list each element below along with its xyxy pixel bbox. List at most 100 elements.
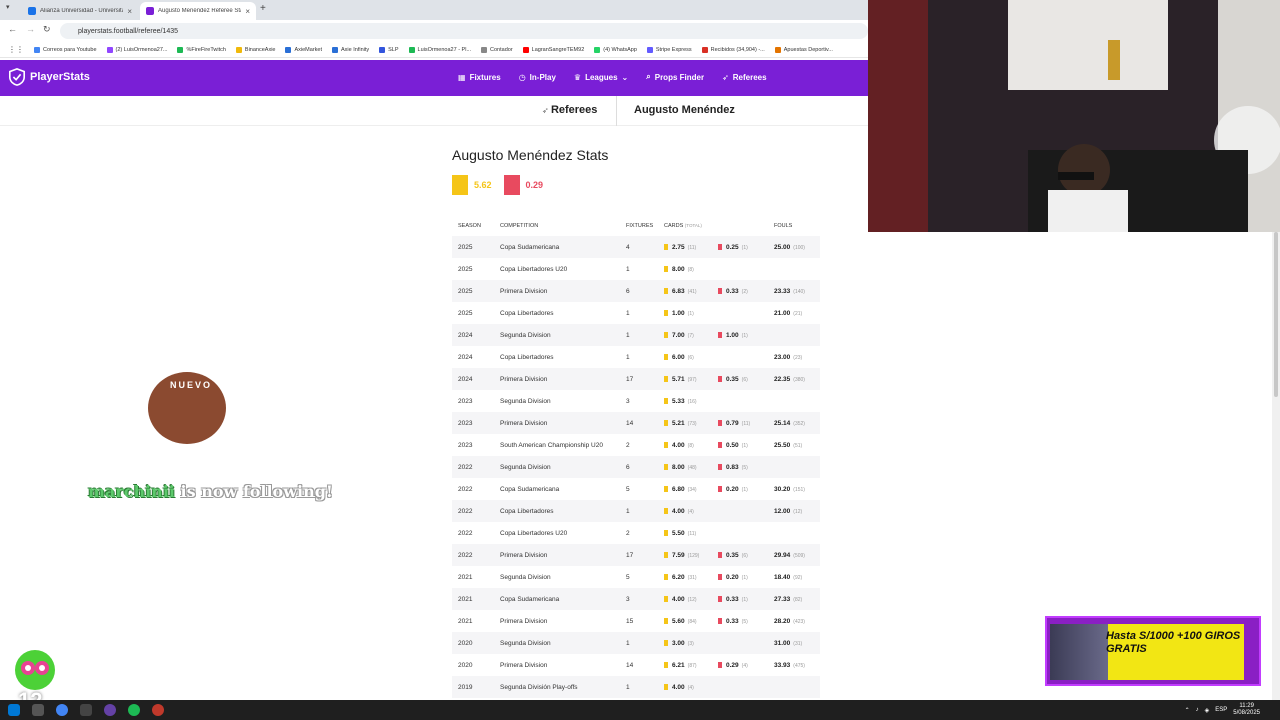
table-row[interactable]: 2021 Copa Sudamericana 3 4.00 (12) 0.33 (1) 27.… <box>452 588 820 610</box>
back-icon[interactable]: ← <box>8 24 17 34</box>
spotify-icon[interactable] <box>128 704 140 716</box>
table-row[interactable]: 2022 Copa Libertadores 1 4.00 (4) 12.00 (12) <box>452 500 820 522</box>
obs-icon[interactable] <box>104 704 116 716</box>
red-cards-cell: 0.79 (11) <box>712 412 768 434</box>
menu-referees[interactable]: ➶ Referees <box>722 72 767 82</box>
table-row[interactable]: 2024 Copa Libertadores 1 6.00 (6) 23.00 (23) <box>452 346 820 368</box>
header-cards[interactable]: CARDS (TOTAL) <box>658 216 768 236</box>
header-fouls[interactable]: FOULS <box>768 216 820 236</box>
menu-props-finder[interactable]: ⌕ Props Finder <box>646 72 704 82</box>
site-logo[interactable]: PlayerStats <box>8 68 90 86</box>
fouls-cell <box>768 522 820 544</box>
table-row[interactable]: 2021 Primera Division 15 5.60 (84) 0.33 (5) 28.… <box>452 610 820 632</box>
table-row[interactable]: 2020 Segunda Division 1 3.00 (3) 31.00 (31) <box>452 632 820 654</box>
table-row[interactable]: 2022 Copa Libertadores U20 2 5.50 (11) <box>452 522 820 544</box>
explorer-icon[interactable] <box>80 704 92 716</box>
competition-cell[interactable]: Copa Libertadores U20 <box>494 522 620 544</box>
competition-cell[interactable]: Copa Sudamericana <box>494 588 620 610</box>
new-tab-icon[interactable]: + <box>260 3 266 14</box>
close-tab-icon[interactable]: × <box>245 7 250 16</box>
competition-cell[interactable]: Copa Sudamericana <box>494 236 620 258</box>
competition-cell[interactable]: Segunda Division <box>494 324 620 346</box>
breadcrumb-referees[interactable]: ➶ Referees <box>542 104 597 116</box>
language-indicator[interactable]: ESP <box>1215 707 1227 713</box>
bookmark-item[interactable]: (4) WhatsApp <box>594 46 637 53</box>
search-icon[interactable] <box>32 704 44 716</box>
browser-tab-active[interactable]: Augusto Menéndez Referee Stats × <box>140 2 256 20</box>
app-icon[interactable] <box>152 704 164 716</box>
competition-cell[interactable]: Segunda Division <box>494 566 620 588</box>
competition-cell[interactable]: Copa Libertadores U20 <box>494 258 620 280</box>
competition-cell[interactable]: Copa Libertadores <box>494 500 620 522</box>
competition-cell[interactable]: Primera Division <box>494 280 620 302</box>
competition-cell[interactable]: Copa Libertadores <box>494 346 620 368</box>
competition-cell[interactable]: Primera Division <box>494 610 620 632</box>
bookmark-item[interactable]: LagranSangreTEM92 <box>522 46 584 53</box>
competition-cell[interactable]: Copa Sudamericana <box>494 478 620 500</box>
apps-grid-icon[interactable]: ⋮⋮ <box>8 45 24 54</box>
table-row[interactable]: 2021 Segunda Division 5 6.20 (31) 0.20 (1) 18.4… <box>452 566 820 588</box>
competition-cell[interactable]: Segunda División Play-offs <box>494 676 620 698</box>
yellow-cards-cell: 5.50 (11) <box>658 522 712 544</box>
competition-cell[interactable]: South American Championship U20 <box>494 434 620 456</box>
table-row[interactable]: 2019 Segunda División Play-offs 1 4.00 (4) <box>452 676 820 698</box>
calendar-icon: ▦ <box>458 72 466 82</box>
competition-cell[interactable]: Primera Division <box>494 368 620 390</box>
table-row[interactable]: 2025 Copa Sudamericana 4 2.75 (11) 0.25 (1) 25.… <box>452 236 820 258</box>
bookmark-item[interactable]: %FireFireTwitch <box>177 46 226 53</box>
start-icon[interactable] <box>8 704 20 716</box>
tab-search-icon[interactable]: ▾ <box>6 3 10 11</box>
bookmark-item[interactable]: Apuestas Deportiv... <box>774 46 833 53</box>
scrollbar-thumb[interactable] <box>1274 232 1278 397</box>
table-row[interactable]: 2023 Primera Division 14 5.21 (73) 0.79 (11) 25… <box>452 412 820 434</box>
competition-cell[interactable]: Segunda Division <box>494 456 620 478</box>
network-icon[interactable]: ◈ <box>1205 707 1210 714</box>
competition-cell[interactable]: Segunda Division <box>494 632 620 654</box>
competition-cell[interactable]: Primera Division <box>494 654 620 676</box>
bookmark-item[interactable]: Axie Infinity <box>332 46 369 53</box>
menu-leagues[interactable]: ♛ Leagues ⌄ <box>574 72 628 82</box>
red-cards-cell <box>712 500 768 522</box>
table-row[interactable]: 2024 Segunda Division 1 7.00 (7) 1.00 (1) <box>452 324 820 346</box>
table-row[interactable]: 2022 Primera Division 17 7.59 (129) 0.35 (6) 29… <box>452 544 820 566</box>
bookmark-item[interactable]: Stripe Express <box>646 46 692 53</box>
table-row[interactable]: 2022 Copa Sudamericana 5 6.80 (34) 0.20 (1) 30.… <box>452 478 820 500</box>
bookmark-item[interactable]: SLP <box>379 46 399 53</box>
bookmark-item[interactable]: LuisOrmenoa27 - Pl... <box>408 46 471 53</box>
table-row[interactable]: 2023 Segunda Division 3 5.33 (16) <box>452 390 820 412</box>
table-row[interactable]: 2024 Primera Division 17 5.71 (97) 0.35 (6) 22.… <box>452 368 820 390</box>
table-row[interactable]: 2025 Primera Division 6 6.83 (41) 0.33 (2) 23.3… <box>452 280 820 302</box>
bookmark-item[interactable]: BinanceAxie <box>235 46 275 53</box>
menu-fixtures[interactable]: ▦ Fixtures <box>458 72 501 82</box>
competition-cell[interactable]: Copa Libertadores <box>494 302 620 324</box>
browser-tab[interactable]: Alianza Universidad - Universitar × <box>22 2 138 20</box>
table-row[interactable]: 2022 Segunda Division 6 8.00 (48) 0.83 (5) <box>452 456 820 478</box>
forward-icon[interactable]: → <box>26 24 35 34</box>
clock[interactable]: 11:29 5/08/2025 <box>1233 703 1260 717</box>
chrome-icon[interactable] <box>56 704 68 716</box>
table-row[interactable]: 2020 Primera Division 14 6.21 (87) 0.29 (4) 33.… <box>452 654 820 676</box>
competition-cell[interactable]: Segunda Division <box>494 390 620 412</box>
url-input[interactable]: playerstats.football/referee/1435 <box>60 23 868 39</box>
bookmark-item[interactable]: Contador <box>481 46 513 53</box>
table-row[interactable]: 2025 Copa Libertadores 1 1.00 (1) 21.00 (21) <box>452 302 820 324</box>
menu-in-play[interactable]: ◷ In-Play <box>519 72 556 82</box>
header-fixtures[interactable]: FIXTURES <box>620 216 658 236</box>
bookmark-item[interactable]: AxieMarket <box>285 46 322 53</box>
chevron-down-icon: ⌄ <box>621 72 629 82</box>
bookmark-item[interactable]: Recibidos (34,904) -... <box>701 46 765 53</box>
bookmark-item[interactable]: (2) LuisOrmenoa27... <box>106 46 167 53</box>
header-competition[interactable]: COMPETITION <box>494 216 620 236</box>
yellow-card-icon <box>664 683 668 690</box>
competition-cell[interactable]: Primera Division <box>494 412 620 434</box>
volume-icon[interactable]: ♪ <box>1196 707 1199 713</box>
reload-icon[interactable]: ↻ <box>43 24 51 35</box>
chevron-up-icon[interactable]: ⌃ <box>1185 707 1190 714</box>
bookmark-item[interactable]: Correos para Youtube <box>34 46 97 53</box>
table-row[interactable]: 2025 Copa Libertadores U20 1 8.00 (8) <box>452 258 820 280</box>
competition-cell[interactable]: Primera Division <box>494 544 620 566</box>
close-tab-icon[interactable]: × <box>127 7 132 16</box>
header-season[interactable]: SEASON <box>452 216 494 236</box>
table-row[interactable]: 2023 South American Championship U20 2 4.00… <box>452 434 820 456</box>
webcam-image <box>868 0 1280 232</box>
